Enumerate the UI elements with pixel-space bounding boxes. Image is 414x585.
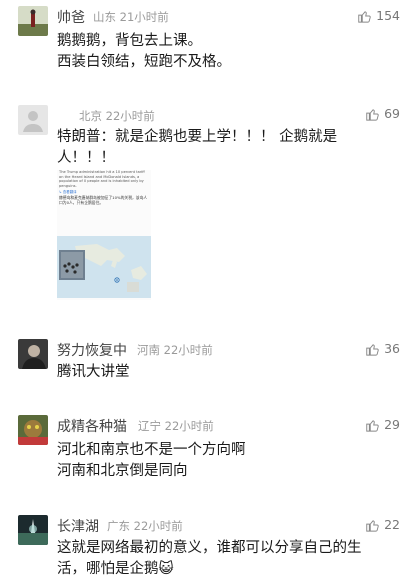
timestamp: 22小时前	[163, 343, 213, 357]
comment-item: 努力恢复中 河南 22小时前 36 腾讯大讲堂	[0, 330, 414, 400]
comment-text: 河北和南京也不是一个方向啊 河南和北京倒是同向	[57, 442, 246, 479]
like-button[interactable]: 154	[357, 8, 400, 23]
avatar[interactable]	[18, 105, 48, 135]
thumbs-up-icon	[358, 10, 371, 23]
like-count: 29	[384, 417, 400, 432]
like-button[interactable]: 36	[365, 341, 400, 356]
thumbs-up-icon	[366, 343, 379, 356]
comment-meta: 辽宁 22小时前	[138, 418, 214, 434]
location: 广东	[107, 519, 130, 533]
thumbs-up-icon	[366, 519, 379, 532]
comment-item: 成精各种猫 辽宁 22小时前 29 河北和南京也不是一个方向啊 河南和北京倒是同…	[0, 405, 414, 495]
comment-text: 这就是网络最初的意义，谁都可以分享自己的生 活，哪怕是企鹅😺	[57, 540, 362, 577]
like-count: 36	[384, 341, 400, 356]
username[interactable]: 努力恢复中	[57, 340, 127, 360]
avatar[interactable]	[18, 6, 48, 36]
like-button[interactable]: 22	[365, 517, 400, 532]
comment-text: 特朗普：就是企鹅也要上学！！！ 企鹅就是 人！！！	[57, 129, 338, 166]
like-button[interactable]: 29	[365, 417, 400, 432]
username[interactable]: 成精各种猫	[57, 416, 127, 436]
like-count: 22	[384, 517, 400, 532]
like-count: 69	[384, 106, 400, 121]
map-image	[57, 236, 151, 298]
username[interactable]: 长津湖	[57, 516, 99, 536]
comment-image[interactable]: The Trump administration hit a 10 percen…	[57, 170, 151, 300]
timestamp: 21小时前	[119, 10, 169, 24]
username[interactable]: 帅爸	[57, 7, 85, 27]
thumbs-up-icon	[366, 108, 379, 121]
comment-text: 腾讯大讲堂	[57, 364, 130, 380]
timestamp: 22小时前	[164, 419, 214, 433]
avatar[interactable]	[18, 339, 48, 369]
timestamp: 22小时前	[133, 519, 183, 533]
comment-item: 帅爸 山东 21小时前 154 鹅鹅鹅，背包去上课。 西装白领结，短跑不及格。	[0, 0, 414, 90]
comment-meta: 广东 22小时前	[107, 518, 183, 534]
like-count: 154	[376, 8, 400, 23]
comment-text: 鹅鹅鹅，背包去上课。 西装白领结，短跑不及格。	[57, 33, 231, 70]
embedded-translate-link: ↳ 查看翻译	[59, 190, 77, 194]
comment-meta: 北京 22小时前	[79, 108, 155, 124]
avatar[interactable]	[18, 415, 48, 445]
like-button[interactable]: 69	[365, 106, 400, 121]
thumbs-up-icon	[366, 419, 379, 432]
comment-meta: 河南 22小时前	[137, 342, 213, 358]
comment-item: 长津湖 广东 22小时前 22 这就是网络最初的意义，谁都可以分享自己的生 活，…	[0, 505, 414, 585]
embedded-chinese-text: 赫德岛和麦克唐纳群岛被加征了10%的关税，该岛人口为0人，只有企鹅居住。	[59, 195, 148, 205]
avatar[interactable]	[18, 515, 48, 545]
timestamp: 22小时前	[105, 109, 155, 123]
embedded-english-text: The Trump administration hit a 10 percen…	[59, 170, 145, 188]
location: 山东	[93, 10, 116, 24]
location: 河南	[137, 343, 160, 357]
location: 北京	[79, 109, 102, 123]
location: 辽宁	[138, 419, 161, 433]
comment-meta: 山东 21小时前	[93, 9, 169, 25]
